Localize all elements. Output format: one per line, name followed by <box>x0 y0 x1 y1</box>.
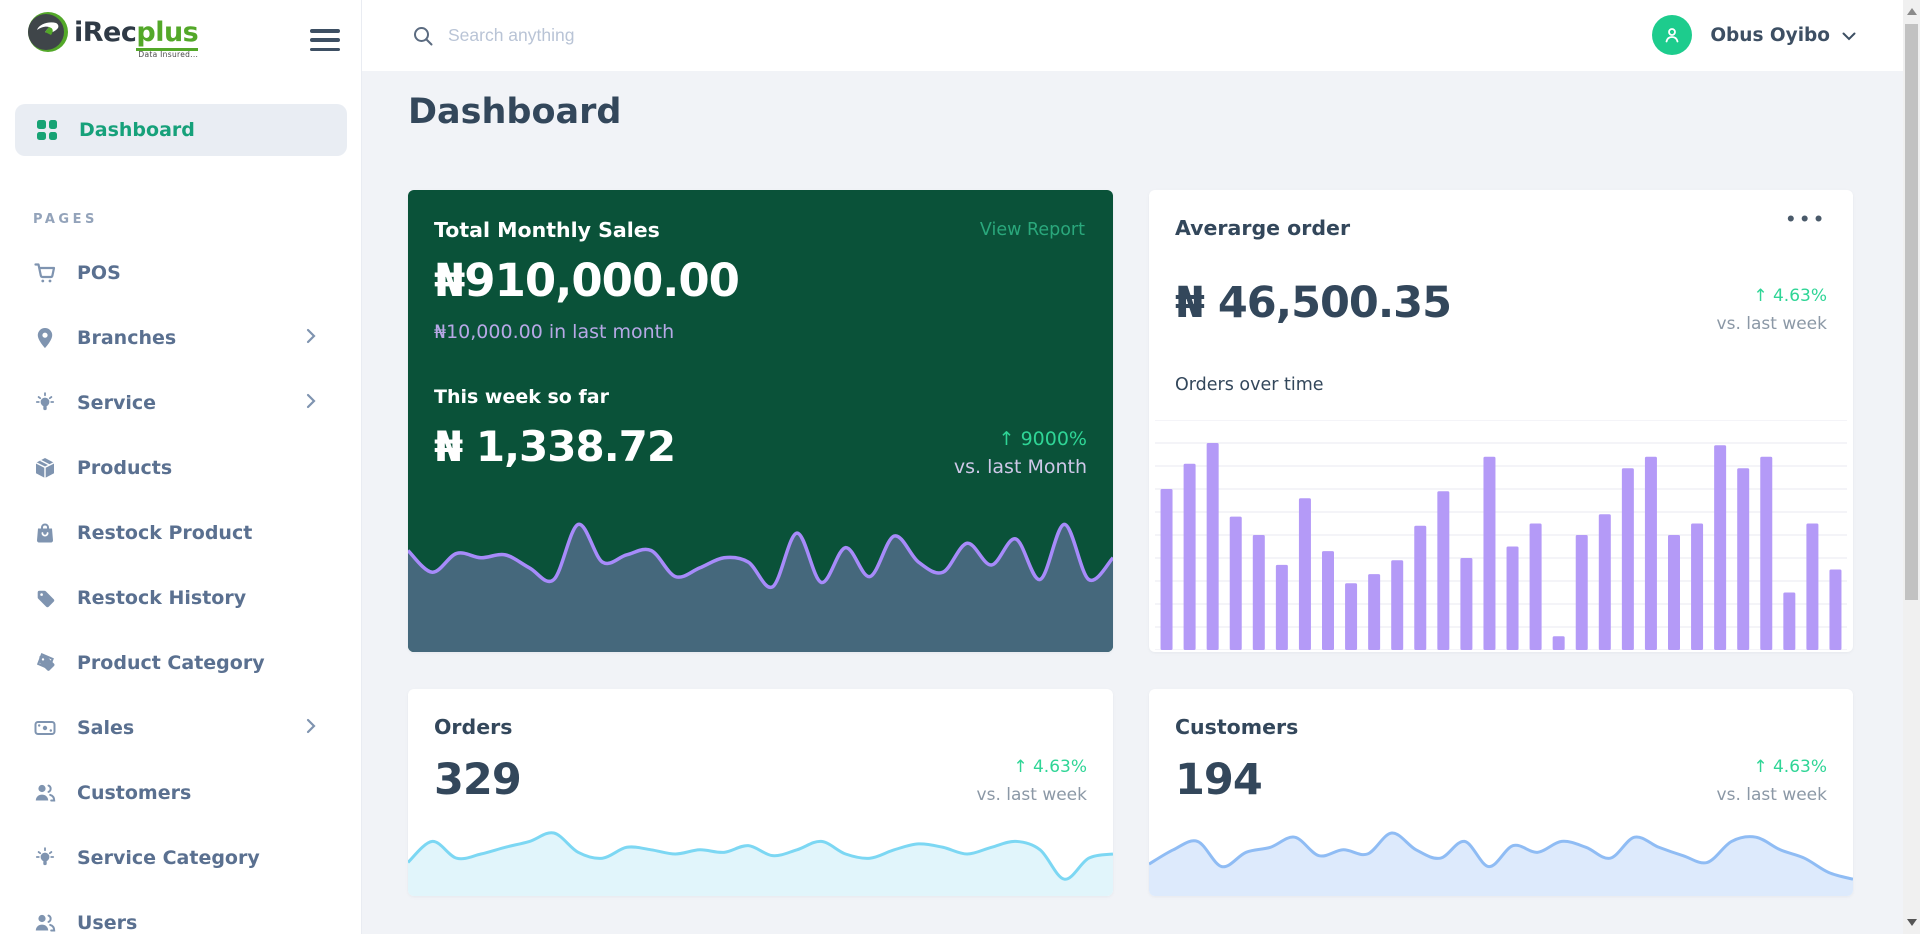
scrollbar-up-arrow-icon[interactable] <box>1907 8 1917 15</box>
brand-name-accent: plus <box>136 17 198 51</box>
cart-icon <box>33 261 57 285</box>
sidebar-item-label: Products <box>77 457 172 479</box>
search-input[interactable] <box>448 18 868 52</box>
sidebar: iRecplus Data Insured... Dashboard PAGES <box>0 0 362 934</box>
delta-caption: vs. last week <box>977 785 1087 805</box>
arrow-up-icon: ↑ <box>999 428 1015 450</box>
orders-card: Orders 329 ↑ 4.63% vs. last week <box>408 689 1113 896</box>
scrollbar-down-arrow-icon[interactable] <box>1907 919 1917 926</box>
card-title: Customers <box>1175 715 1298 739</box>
lightbulb-icon <box>33 391 57 415</box>
orders-value: 329 <box>434 755 521 805</box>
arrow-up-icon: ↑ <box>1753 757 1767 777</box>
delta-badge: ↑ 9000% <box>999 428 1087 450</box>
brand-logo-icon <box>28 12 68 52</box>
more-options-icon[interactable]: ••• <box>1785 210 1827 230</box>
dashboard-grid-icon <box>35 118 59 142</box>
card-title: Total Monthly Sales <box>434 218 660 242</box>
brand-logo: iRecplus Data Insured... <box>28 12 198 52</box>
delta-caption: vs. last week <box>1717 785 1827 805</box>
week-value: ₦ 1,338.72 <box>434 422 675 471</box>
delta-badge: ↑ 4.63% <box>1013 757 1087 777</box>
sidebar-item-label: Restock Product <box>77 522 252 544</box>
sidebar-item-label: Service <box>77 392 156 414</box>
customers-sparkline-chart <box>1149 812 1853 896</box>
chevron-right-icon <box>306 718 316 738</box>
package-icon <box>33 456 57 480</box>
avatar <box>1652 15 1692 55</box>
arrow-up-icon: ↑ <box>1753 286 1767 306</box>
sidebar-item-service[interactable]: Service <box>0 370 362 435</box>
monthly-sales-value: ₦910,000.00 <box>434 254 739 307</box>
customers-value: 194 <box>1175 755 1262 805</box>
chevron-right-icon <box>306 328 316 348</box>
orders-sparkline-chart <box>408 812 1113 896</box>
sidebar-nav: POS Branches <box>0 240 362 934</box>
user-menu[interactable]: Obus Oyibo <box>1652 13 1856 57</box>
sidebar-item-pos[interactable]: POS <box>0 240 362 305</box>
sidebar-item-label: Dashboard <box>79 119 195 141</box>
customers-card: Customers 194 ↑ 4.63% vs. last week <box>1149 689 1853 896</box>
sidebar-item-customers[interactable]: Customers <box>0 760 362 825</box>
sidebar-item-label: Users <box>77 912 137 934</box>
chevron-right-icon <box>306 393 316 413</box>
card-title: Orders <box>434 715 512 739</box>
total-monthly-sales-card: Total Monthly Sales View Report ₦910,000… <box>408 190 1113 652</box>
sidebar-item-users[interactable]: Users <box>0 890 362 934</box>
tag-icon <box>33 586 57 610</box>
user-name: Obus Oyibo <box>1710 25 1830 46</box>
lightbulb-icon <box>33 846 57 870</box>
brand-name-primary: iRec <box>74 17 136 48</box>
sidebar-item-label: Service Category <box>77 847 260 869</box>
topbar: Obus Oyibo <box>362 0 1903 71</box>
location-pin-icon <box>33 326 57 350</box>
tags-icon <box>33 651 57 675</box>
people-icon <box>33 781 57 805</box>
chevron-down-icon <box>1842 26 1856 45</box>
search-icon <box>412 25 434 51</box>
orders-over-time-chart <box>1155 420 1847 650</box>
weekly-sales-sparkline-chart <box>408 507 1113 652</box>
monthly-sales-subtext: ₦10,000.00 in last month <box>434 321 674 343</box>
delta-badge: ↑ 4.63% <box>1753 286 1827 306</box>
sidebar-item-label: Sales <box>77 717 134 739</box>
delta-badge: ↑ 4.63% <box>1753 757 1827 777</box>
sidebar-item-label: Restock History <box>77 587 246 609</box>
sidebar-item-branches[interactable]: Branches <box>0 305 362 370</box>
shopping-bag-icon <box>33 521 57 545</box>
sidebar-item-service-category[interactable]: Service Category <box>0 825 362 890</box>
sidebar-item-label: POS <box>77 262 121 284</box>
sidebar-section-label: PAGES <box>33 212 98 227</box>
delta-caption: vs. last Month <box>954 456 1087 478</box>
menu-toggle-button[interactable] <box>310 29 342 51</box>
view-report-link[interactable]: View Report <box>980 220 1085 240</box>
week-label: This week so far <box>434 386 609 408</box>
delta-caption: vs. last week <box>1717 314 1827 334</box>
sidebar-item-restock-product[interactable]: Restock Product <box>0 500 362 565</box>
sidebar-item-label: Product Category <box>77 652 265 674</box>
page-title: Dashboard <box>408 92 621 132</box>
scrollbar-thumb[interactable] <box>1905 24 1918 600</box>
sidebar-item-label: Customers <box>77 782 191 804</box>
chart-label: Orders over time <box>1175 375 1324 395</box>
brand-name: iRecplus Data Insured... <box>74 17 198 48</box>
vertical-scrollbar[interactable] <box>1903 0 1920 934</box>
average-order-card: Averarge order ••• ₦ 46,500.35 ↑ 4.63% v… <box>1149 190 1853 652</box>
brand-tagline: Data Insured... <box>138 50 198 59</box>
sidebar-item-products[interactable]: Products <box>0 435 362 500</box>
arrow-up-icon: ↑ <box>1013 757 1027 777</box>
average-order-value: ₦ 46,500.35 <box>1175 278 1451 328</box>
app-root: iRecplus Data Insured... Dashboard PAGES <box>0 0 1920 934</box>
card-title: Averarge order <box>1175 216 1350 240</box>
sidebar-item-product-category[interactable]: Product Category <box>0 630 362 695</box>
people-icon <box>33 911 57 934</box>
sidebar-item-sales[interactable]: Sales <box>0 695 362 760</box>
sidebar-item-restock-history[interactable]: Restock History <box>0 565 362 630</box>
banknote-icon <box>33 716 57 740</box>
sidebar-item-dashboard[interactable]: Dashboard <box>15 104 347 156</box>
sidebar-item-label: Branches <box>77 327 176 349</box>
